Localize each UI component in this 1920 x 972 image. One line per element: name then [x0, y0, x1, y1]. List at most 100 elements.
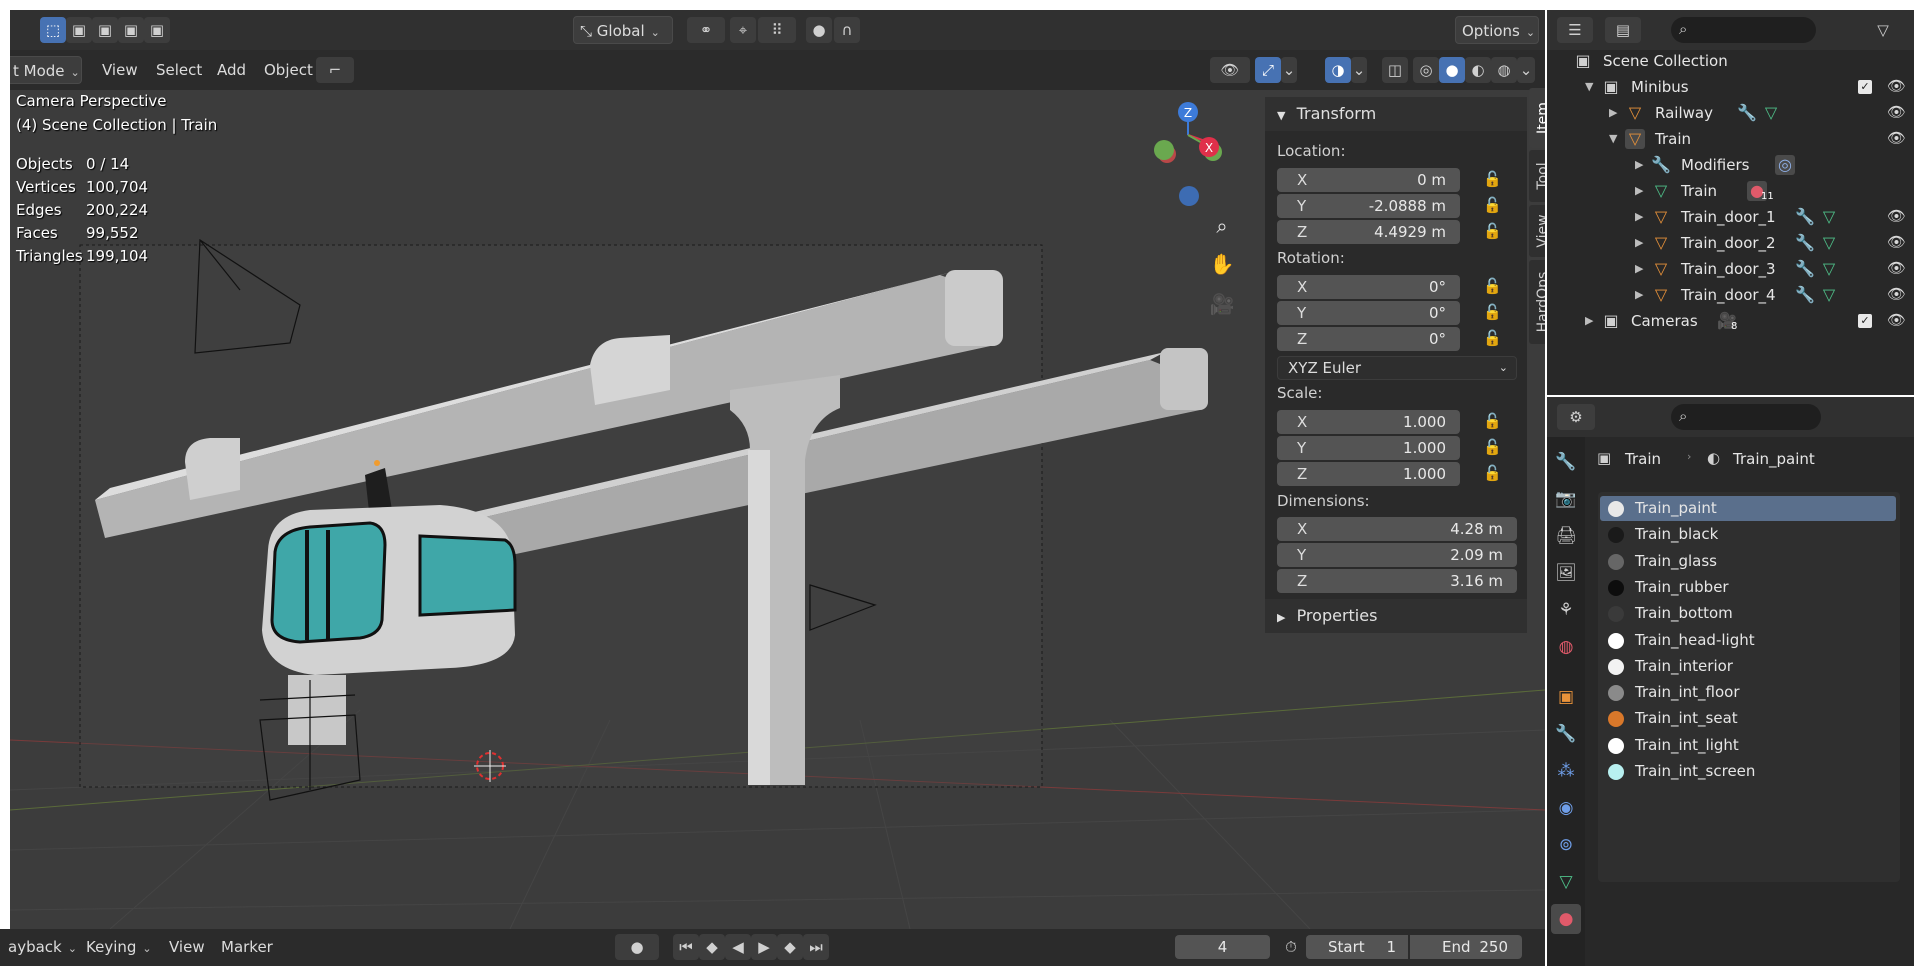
rotation-x-field[interactable]: X 0° [1277, 275, 1460, 299]
rendered-shading-icon[interactable]: ◍ [1491, 57, 1517, 83]
rotation-mode-dropdown[interactable]: XYZ Euler ⌄ [1277, 356, 1517, 380]
outliner-row-train-door-4[interactable]: ▶ ▽ Train_door_4 🔧 ▽ 👁 [1547, 283, 1914, 309]
proportional-edit-icon[interactable]: ● [806, 17, 832, 43]
material-slot-list[interactable]: Train_paint Train_black Train_glass Train_r… [1598, 492, 1900, 882]
select-extend-icon[interactable]: ▣ [66, 17, 92, 43]
visibility-eye-icon[interactable]: 👁 [1887, 259, 1906, 277]
expand-triangle-icon[interactable]: ▶ [1635, 288, 1643, 301]
scale-z-field[interactable]: Z 1.000 [1277, 462, 1460, 486]
3d-viewport[interactable]: ⬚ ▣ ▣ ▣ ▣ ⤡ Global ⌄ ⚭ ⌖ ⠿ ● ∩ Options ⌄ t… [10, 10, 1545, 929]
expand-triangle-icon[interactable]: ▶ [1635, 184, 1643, 197]
outliner-row-train-mesh[interactable]: ▶ ▽ Train ● 11 [1547, 179, 1914, 205]
tab-hardops[interactable]: HardOps [1529, 260, 1545, 344]
visibility-eye-icon[interactable]: 👁 [1887, 207, 1906, 225]
expand-triangle-icon[interactable]: ▶ [1609, 106, 1617, 119]
zoom-icon[interactable]: ⌕ [1206, 210, 1238, 242]
material-slot-item[interactable]: Train_rubber [1600, 575, 1896, 600]
menu-select[interactable]: Select [150, 56, 208, 84]
data-tab-icon[interactable]: ▽ [1551, 867, 1581, 897]
visibility-eye-icon[interactable]: 👁 [1887, 285, 1906, 303]
expand-triangle-icon[interactable]: ▼ [1609, 132, 1617, 145]
visibility-icon[interactable]: 👁 [1210, 57, 1250, 83]
lock-location-x-icon[interactable]: 🔓 [1483, 170, 1503, 190]
material-slot-item[interactable]: Train_bottom [1600, 601, 1896, 626]
snap-icon[interactable]: ⌖ [730, 17, 756, 43]
lock-scale-x-icon[interactable]: 🔓 [1483, 412, 1503, 432]
location-z-field[interactable]: Z 4.4929 m [1277, 220, 1460, 244]
menu-object[interactable]: Object [258, 56, 319, 84]
gizmo-y-axis[interactable] [1154, 140, 1174, 160]
timeline-view-menu[interactable]: View [163, 933, 211, 961]
scene-tab-icon[interactable]: ⚘ [1551, 595, 1581, 625]
orientation-dropdown[interactable]: ⤡ Global ⌄ [573, 16, 673, 44]
select-invert-icon[interactable]: ▣ [118, 17, 144, 43]
lock-location-y-icon[interactable]: 🔓 [1483, 196, 1503, 216]
material-slot-item[interactable]: Train_black [1600, 522, 1896, 547]
current-frame-field[interactable]: 4 [1175, 935, 1270, 959]
gizmo-dropdown-icon[interactable]: ⌄ [1281, 57, 1297, 83]
modifier-tab-icon[interactable]: 🔧 [1551, 719, 1581, 749]
jump-start-icon[interactable]: ⏮ [673, 934, 699, 960]
location-y-field[interactable]: Y -2.0888 m [1277, 194, 1460, 218]
outliner-row-minibus[interactable]: ▼ ▣ Minibus ✓ 👁 [1547, 75, 1914, 101]
rotation-y-field[interactable]: Y 0° [1277, 301, 1460, 325]
visibility-eye-icon[interactable]: 👁 [1887, 129, 1906, 147]
location-x-field[interactable]: X0 m [1277, 168, 1460, 192]
marker-menu[interactable]: Marker [215, 933, 279, 961]
outliner-row-train[interactable]: ▼ ▽ Train 👁 [1547, 127, 1914, 153]
rotation-z-field[interactable]: Z 0° [1277, 327, 1460, 351]
physics-tab-icon[interactable]: ◉ [1551, 793, 1581, 823]
material-slot-item[interactable]: Train_paint [1600, 496, 1896, 521]
exclude-checkbox[interactable]: ✓ [1858, 314, 1872, 328]
filter-view-icon[interactable]: ▤ [1605, 17, 1641, 43]
material-shading-icon[interactable]: ◐ [1465, 57, 1491, 83]
particles-tab-icon[interactable]: ⁂ [1551, 756, 1581, 786]
outliner-row-scene-collection[interactable]: ▣ Scene Collection [1547, 49, 1914, 75]
menu-add[interactable]: Add [211, 56, 252, 84]
pan-hand-icon[interactable]: ✋ [1206, 248, 1238, 280]
play-icon[interactable]: ▶ [751, 934, 777, 960]
material-slot-item[interactable]: Train_int_seat [1600, 706, 1896, 731]
expand-triangle-icon[interactable]: ▶ [1635, 158, 1643, 171]
next-keyframe-icon[interactable]: ◆ [777, 934, 803, 960]
exclude-checkbox[interactable]: ✓ [1858, 80, 1872, 94]
material-slot-item[interactable]: Train_head-light [1600, 628, 1896, 653]
expand-triangle-icon[interactable]: ▼ [1585, 80, 1593, 93]
gizmo-toggle-icon[interactable]: ⤢ [1255, 57, 1281, 83]
expand-triangle-icon[interactable]: ▶ [1635, 236, 1643, 249]
transform-panel-header[interactable]: ▼ Transform [1265, 97, 1527, 131]
shading-dropdown-icon[interactable]: ⌄ [1517, 57, 1535, 83]
visibility-eye-icon[interactable]: 👁 [1887, 311, 1906, 329]
outliner-search-input[interactable]: ⌕ [1671, 17, 1816, 43]
wireframe-shading-icon[interactable]: ◎ [1413, 57, 1439, 83]
properties-panel-header[interactable]: ▶ Properties [1265, 599, 1527, 633]
constraints-tab-icon[interactable]: ⊚ [1551, 830, 1581, 860]
scale-y-field[interactable]: Y 1.000 [1277, 436, 1460, 460]
filter-icon[interactable]: ▽ [1863, 17, 1903, 43]
material-tab-icon[interactable]: ● [1551, 904, 1581, 934]
outliner-row-train-door-2[interactable]: ▶ ▽ Train_door_2 🔧 ▽ 👁 [1547, 231, 1914, 257]
start-frame-field[interactable]: Start 1 [1306, 935, 1408, 959]
material-slot-item[interactable]: Train_int_screen [1600, 759, 1896, 784]
keying-menu[interactable]: Keying ⌄ [80, 933, 158, 961]
menu-view[interactable]: View [96, 56, 144, 84]
outliner-row-cameras[interactable]: ▶ ▣ Cameras 🎥 8 ✓ 👁 [1547, 309, 1914, 335]
render-tab-icon[interactable]: 📷 [1551, 484, 1581, 514]
view-layer-tab-icon[interactable]: 🖼 [1551, 558, 1581, 588]
select-subtract-icon[interactable]: ▣ [92, 17, 118, 43]
end-frame-field[interactable]: End 250 [1410, 935, 1522, 959]
mode-dropdown[interactable]: t Mode ⌄ [10, 56, 82, 84]
overlay-toggle-icon[interactable]: ◑ [1325, 57, 1351, 83]
editor-type-icon[interactable]: ⚙ [1557, 404, 1595, 430]
select-mode-icons[interactable]: ⬚ ▣ ▣ ▣ ▣ [40, 16, 180, 44]
options-dropdown[interactable]: Options ⌄ [1455, 16, 1539, 44]
solid-shading-icon[interactable]: ● [1439, 57, 1465, 83]
expand-triangle-icon[interactable]: ▶ [1635, 262, 1643, 275]
visibility-eye-icon[interactable]: 👁 [1887, 103, 1906, 121]
playback-menu[interactable]: ayback ⌄ [2, 933, 83, 961]
lock-rotation-z-icon[interactable]: 🔓 [1483, 329, 1503, 349]
snap-target-icon[interactable]: ⠿ [758, 17, 796, 43]
visibility-eye-icon[interactable]: 👁 [1887, 77, 1906, 95]
scale-x-field[interactable]: X 1.000 [1277, 410, 1460, 434]
visibility-eye-icon[interactable]: 👁 [1887, 233, 1906, 251]
